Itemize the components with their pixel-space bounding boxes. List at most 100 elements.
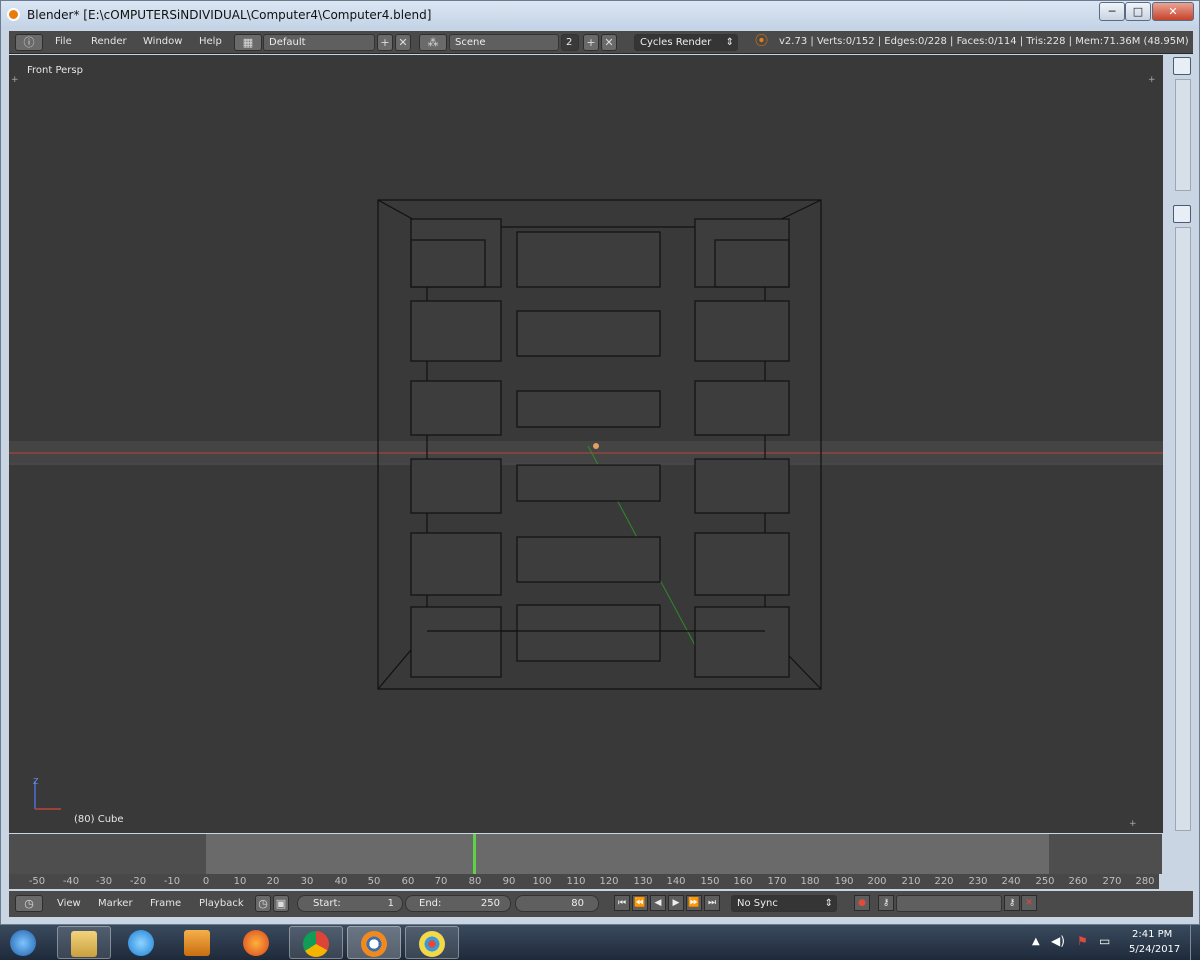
slot-mesh	[516, 310, 661, 357]
box-mesh	[694, 218, 790, 288]
paint-icon	[419, 931, 445, 957]
taskbar-file-explorer[interactable]	[57, 926, 111, 959]
insert-keyframe-button[interactable]: ⚷	[1004, 895, 1020, 911]
dropdown-arrows-icon: ⇕	[725, 37, 734, 48]
ruler-tick: -10	[163, 876, 181, 887]
clock-time[interactable]: 2:41 PM	[1132, 929, 1172, 940]
menu-help[interactable]: Help	[199, 34, 222, 51]
remove-layout-button[interactable]: ✕	[395, 34, 411, 51]
auto-keyframe-button[interactable]: ●	[854, 895, 870, 911]
show-hidden-icons-arrow-icon[interactable]: ▲	[1032, 936, 1040, 947]
taskbar-internet-explorer[interactable]	[115, 926, 169, 959]
scroll-track[interactable]	[1175, 227, 1191, 831]
lock-frame-button[interactable]: ▣	[273, 895, 289, 912]
scene-icon: ⁂	[427, 36, 439, 49]
start-button[interactable]	[0, 926, 54, 959]
preview-range-button[interactable]: ◷	[255, 895, 271, 912]
play-icon: ▶	[672, 898, 680, 908]
play-reverse-button[interactable]: ◀	[650, 895, 666, 911]
minimize-button[interactable]: ─	[1099, 2, 1125, 21]
ruler-tick: 90	[502, 876, 516, 887]
start-value: 1	[387, 898, 394, 909]
layout-icon: ▦	[242, 36, 254, 49]
end-frame-field[interactable]: End: 250	[405, 895, 511, 912]
region-toggle-button[interactable]	[1173, 57, 1191, 75]
x-icon: ✕	[604, 36, 614, 49]
box-mesh	[410, 458, 502, 514]
timeline-header: ◷ View Marker Frame Playback ◷ ▣ Start: …	[9, 891, 1193, 917]
jump-keyframe-forward-button[interactable]: ⏩	[686, 895, 702, 911]
timeline-area[interactable]	[9, 834, 1162, 874]
ruler-tick: 230	[968, 876, 988, 887]
jump-start-icon: ⏮	[617, 898, 627, 908]
editor-type-button[interactable]: ⓘ	[15, 34, 43, 51]
play-reverse-icon: ◀	[654, 898, 662, 908]
ruler-tick: 200	[867, 876, 887, 887]
ruler-tick: 20	[266, 876, 280, 887]
box-mesh	[410, 380, 502, 436]
screen-layout-selector[interactable]: ▦	[234, 34, 262, 51]
taskbar-blender[interactable]	[347, 926, 401, 959]
jump-start-button[interactable]: ⏮	[614, 895, 630, 911]
ruler-tick: 40	[334, 876, 348, 887]
add-scene-button[interactable]: +	[583, 34, 599, 51]
menu-frame[interactable]: Frame	[150, 896, 181, 913]
add-layout-button[interactable]: +	[377, 34, 393, 51]
start-label: Start:	[313, 898, 341, 909]
menu-view[interactable]: View	[57, 896, 81, 913]
key-insert-icon: ⚷	[1008, 898, 1016, 908]
rewind-icon: ⏪	[634, 898, 646, 908]
play-button[interactable]: ▶	[668, 895, 684, 911]
network-icon[interactable]: ▭	[1099, 934, 1110, 948]
menu-marker[interactable]: Marker	[98, 896, 133, 913]
remove-scene-button[interactable]: ✕	[601, 34, 617, 51]
menu-window[interactable]: Window	[143, 34, 182, 51]
scroll-track[interactable]	[1175, 79, 1191, 191]
ruler-tick: 120	[599, 876, 619, 887]
ruler-tick: 190	[834, 876, 854, 887]
maximize-button[interactable]: □	[1125, 2, 1151, 21]
clock-icon: ◷	[24, 897, 34, 910]
current-frame-marker[interactable]	[473, 834, 476, 874]
start-frame-field[interactable]: Start: 1	[297, 895, 403, 912]
ruler-tick: 130	[633, 876, 653, 887]
ruler-tick: 280	[1135, 876, 1155, 887]
show-desktop-button[interactable]	[1190, 925, 1200, 960]
action-center-flag-icon[interactable]: ⚑	[1077, 934, 1088, 948]
screen-layout-field[interactable]: Default	[263, 34, 375, 51]
keying-set-field[interactable]	[896, 895, 1002, 912]
ruler-tick: 220	[934, 876, 954, 887]
out-of-range-region	[1049, 834, 1162, 874]
clock-date[interactable]: 5/24/2017	[1129, 944, 1180, 955]
menu-render[interactable]: Render	[91, 34, 127, 51]
menu-playback[interactable]: Playback	[199, 896, 244, 913]
delete-keyframe-button[interactable]: ✕	[1021, 895, 1037, 911]
lock-icon: ▣	[275, 897, 287, 910]
taskbar: ▲ ◀) ⚑ ▭ 2:41 PM 5/24/2017	[0, 925, 1200, 960]
ruler-tick: 80	[468, 876, 482, 887]
close-button[interactable]: ✕	[1152, 2, 1194, 21]
scene-selector[interactable]: ⁂	[419, 34, 447, 51]
end-value: 250	[480, 898, 500, 909]
taskbar-firefox[interactable]	[230, 926, 284, 959]
current-frame-field[interactable]: 80	[515, 895, 599, 912]
jump-keyframe-back-button[interactable]: ⏪	[632, 895, 648, 911]
menu-file[interactable]: File	[55, 34, 72, 51]
taskbar-media-player[interactable]	[171, 926, 225, 959]
scene-field[interactable]: Scene	[449, 34, 559, 51]
keying-set-button[interactable]: ⚷	[878, 895, 894, 911]
taskbar-chrome[interactable]	[289, 926, 343, 959]
editor-type-button[interactable]: ◷	[15, 895, 43, 912]
sync-mode-dropdown[interactable]: No Sync ⇕	[731, 895, 837, 912]
jump-end-button[interactable]: ⏭	[704, 895, 720, 911]
frame-ruler[interactable]: -50 -40 -30 -20 -10 0 10 20 30 40 50 60 …	[9, 874, 1159, 889]
taskbar-paint[interactable]	[405, 926, 459, 959]
render-engine-dropdown[interactable]: Cycles Render ⇕	[634, 34, 738, 51]
ruler-tick: 210	[901, 876, 921, 887]
region-toggle-button[interactable]	[1173, 205, 1191, 223]
ruler-tick: -50	[28, 876, 46, 887]
3d-viewport[interactable]: Front Persp + + + Z (80) Cube	[9, 55, 1163, 833]
volume-icon[interactable]: ◀)	[1051, 934, 1065, 948]
axis-label-z: Z	[33, 777, 39, 786]
x-icon: ✕	[398, 36, 408, 49]
